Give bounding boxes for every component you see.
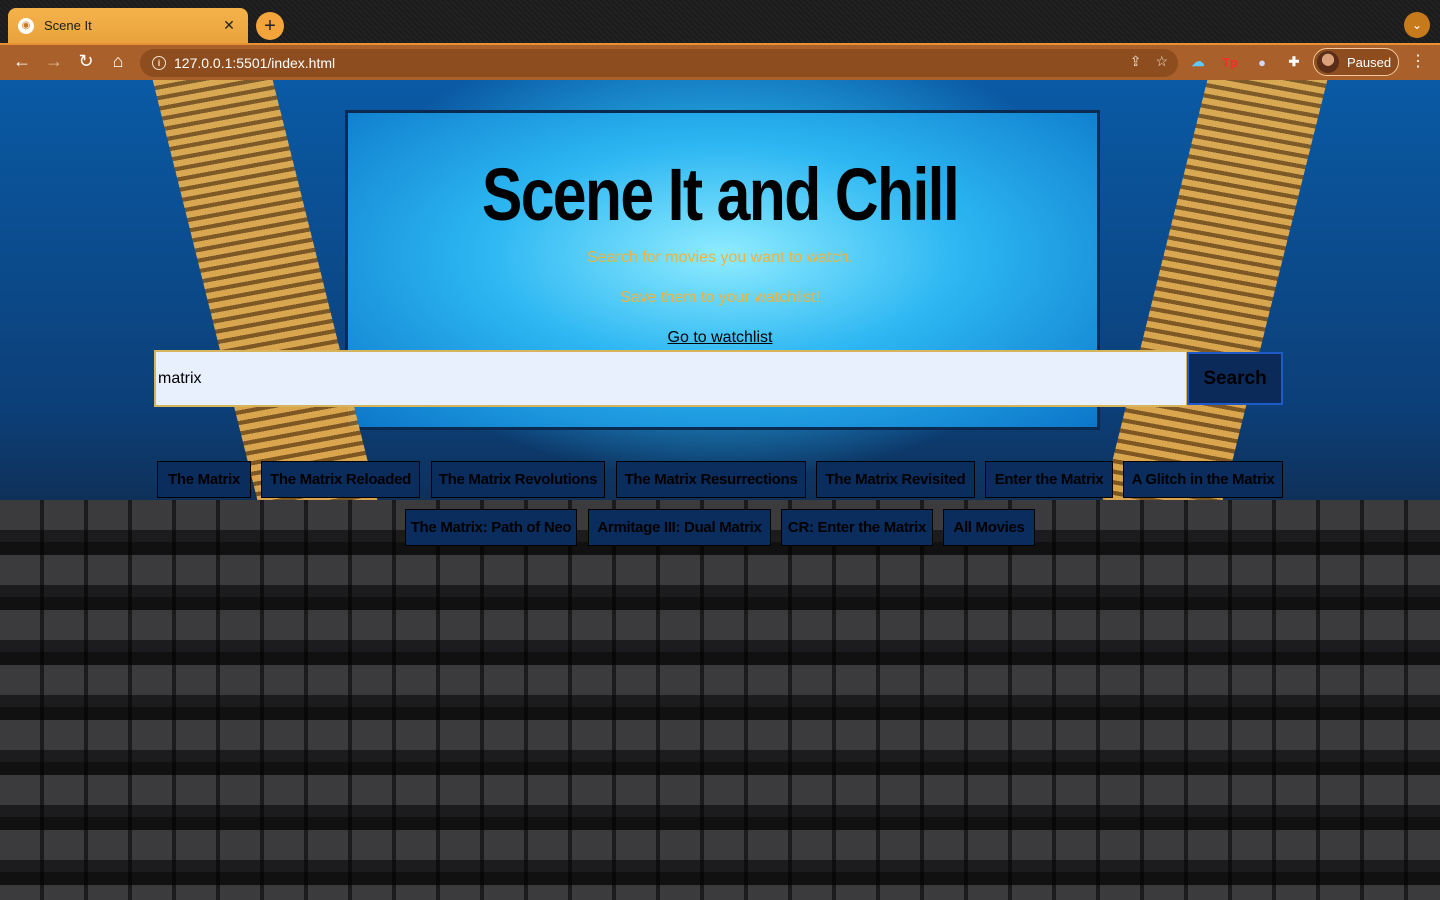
profile-status: Paused [1347,54,1392,70]
forward-arrow-icon[interactable]: → [38,45,70,77]
background-seats [0,500,1440,900]
chevron-down-icon[interactable]: ⌄ [1404,12,1430,38]
url-text: 127.0.0.1:5501/index.html [174,55,336,71]
location-extension-icon[interactable]: ● [1251,51,1273,73]
puzzle-icon[interactable]: ✚ [1283,51,1305,73]
all-movies-button[interactable]: All Movies [943,509,1035,546]
more-menu-icon[interactable]: ⋮ [1408,51,1428,75]
result-button[interactable]: The Matrix: Path of Neo [405,509,577,546]
avatar [1317,51,1339,73]
address-bar[interactable]: i 127.0.0.1:5501/index.html ⇪ ☆ [140,49,1178,77]
result-button[interactable]: The Matrix [157,461,251,498]
reload-icon[interactable]: ↻ [70,45,102,77]
result-button[interactable]: The Matrix Resurrections [616,461,806,498]
new-tab-button[interactable]: + [256,12,284,40]
subtitle-save: Save them to your watchlist! [619,289,821,306]
profile-button[interactable]: Paused [1313,48,1399,76]
result-button[interactable]: The Matrix Revisited [816,461,975,498]
page-title: Scene It and Chill [481,153,960,236]
star-icon[interactable]: ☆ [1155,53,1168,70]
globe-icon: ◉ [18,17,34,34]
result-button[interactable]: Enter the Matrix [985,461,1113,498]
info-icon[interactable]: i [152,56,166,70]
search-input[interactable] [154,350,1188,407]
share-icon[interactable]: ⇪ [1130,53,1142,70]
search-button[interactable]: Search [1187,352,1283,405]
extension-icon[interactable]: Tp [1219,51,1241,73]
subtitle-search: Search for movies you want to watch. [587,249,853,266]
browser-toolbar: ← → ↻ ⌂ i 127.0.0.1:5501/index.html ⇪ ☆ … [0,43,1440,80]
cloud-extension-icon[interactable]: ☁ [1187,51,1209,73]
back-arrow-icon[interactable]: ← [6,45,38,77]
home-icon[interactable]: ⌂ [102,45,134,77]
page-body: Scene It and Chill Search for movies you… [0,80,1440,900]
close-icon[interactable]: ✕ [220,17,238,34]
result-button[interactable]: CR: Enter the Matrix [781,509,933,546]
result-button[interactable]: A Glitch in the Matrix [1123,461,1283,498]
result-button[interactable]: The Matrix Reloaded [261,461,420,498]
tab-strip: ◉ Scene It ✕ + ⌄ [0,0,1440,43]
watchlist-link[interactable]: Go to watchlist [0,329,1440,347]
tab-title: Scene It [44,18,92,33]
browser-tab[interactable]: ◉ Scene It ✕ [8,8,248,43]
result-button[interactable]: The Matrix Revolutions [431,461,605,498]
result-button[interactable]: Armitage III: Dual Matrix [588,509,771,546]
